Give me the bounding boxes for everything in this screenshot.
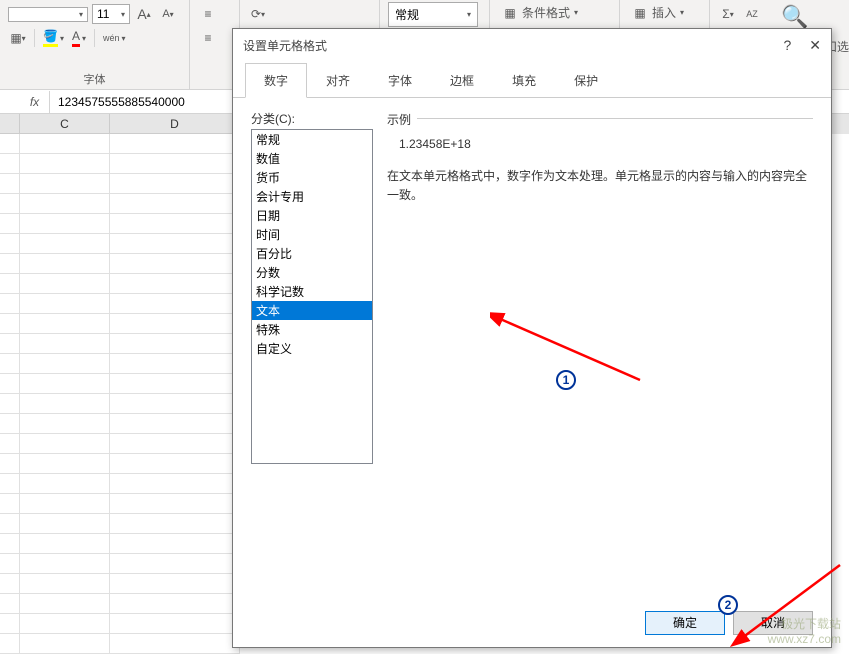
category-item[interactable]: 日期 [252,206,372,225]
format-description: 在文本单元格格式中，数字作为文本处理。单元格显示的内容与输入的内容完全一致。 [387,167,813,205]
decrease-font-button[interactable]: A▾ [158,4,178,24]
tab-5[interactable]: 保护 [555,63,617,98]
pinyin-button[interactable]: wén▾ [101,31,128,45]
fill-color-button[interactable]: 🪣▾ [41,27,66,49]
category-item[interactable]: 分数 [252,263,372,282]
col-header[interactable]: D [110,114,240,134]
help-button[interactable]: ? [783,37,791,54]
number-format-combo[interactable]: 常规▾ [388,2,478,27]
category-item[interactable]: 时间 [252,225,372,244]
chevron-down-icon: ▾ [121,10,125,19]
cond-format-icon: ▦ [502,5,518,21]
border-button[interactable]: ▦▾ [8,28,28,48]
orientation-button[interactable]: ⟳▾ [248,4,268,24]
fx-label[interactable]: fx [20,91,50,113]
align-left-button[interactable]: ≡ [198,28,218,48]
category-item[interactable]: 会计专用 [252,187,372,206]
col-header[interactable]: C [20,114,110,134]
annotation-1: 1 [556,370,576,390]
insert-icon: ▦ [632,5,648,21]
sample-label: 示例 [387,111,417,128]
category-item[interactable]: 特殊 [252,320,372,339]
align-top-button[interactable]: ≡ [198,4,218,24]
dialog-titlebar[interactable]: 设置单元格格式 ? ✕ [233,29,831,62]
increase-font-button[interactable]: A▴ [134,4,154,24]
font-name-combo[interactable]: ▾ [8,7,88,22]
font-size-combo[interactable]: 11▾ [92,4,130,24]
dialog-title: 设置单元格格式 [243,37,327,54]
category-item[interactable]: 货币 [252,168,372,187]
conditional-format-button[interactable]: ▦条件格式▾ [498,2,611,23]
tab-2[interactable]: 字体 [369,63,431,98]
category-item[interactable]: 文本 [252,301,372,320]
category-item[interactable]: 常规 [252,130,372,149]
insert-button[interactable]: ▦插入▾ [628,2,701,23]
category-item[interactable]: 百分比 [252,244,372,263]
category-item[interactable]: 自定义 [252,339,372,358]
chevron-down-icon: ▾ [79,10,83,19]
sort-filter-button[interactable]: AZ [742,4,762,24]
sample-value: 1.23458E+18 [387,131,813,167]
font-color-button[interactable]: A▾ [70,27,88,49]
annotation-2: 2 [718,595,738,615]
dialog-tabs: 数字对齐字体边框填充保护 [233,62,831,98]
tab-0[interactable]: 数字 [245,63,307,98]
format-cells-dialog: 设置单元格格式 ? ✕ 数字对齐字体边框填充保护 分类(C): 常规数值货币会计… [232,28,832,648]
category-item[interactable]: 科学记数 [252,282,372,301]
tab-3[interactable]: 边框 [431,63,493,98]
ok-button[interactable]: 确定 [645,611,725,635]
tab-1[interactable]: 对齐 [307,63,369,98]
category-label: 分类(C): [251,110,373,127]
category-item[interactable]: 数值 [252,149,372,168]
watermark: 极光下载站 www.xz7.com [768,617,841,646]
find-button[interactable]: 🔍 [781,4,808,30]
tab-4[interactable]: 填充 [493,63,555,98]
autosum-button[interactable]: Σ▾ [718,4,738,24]
category-list[interactable]: 常规数值货币会计专用日期时间百分比分数科学记数文本特殊自定义 [251,129,373,464]
font-section-label: 字体 [8,71,181,89]
close-button[interactable]: ✕ [809,37,821,54]
